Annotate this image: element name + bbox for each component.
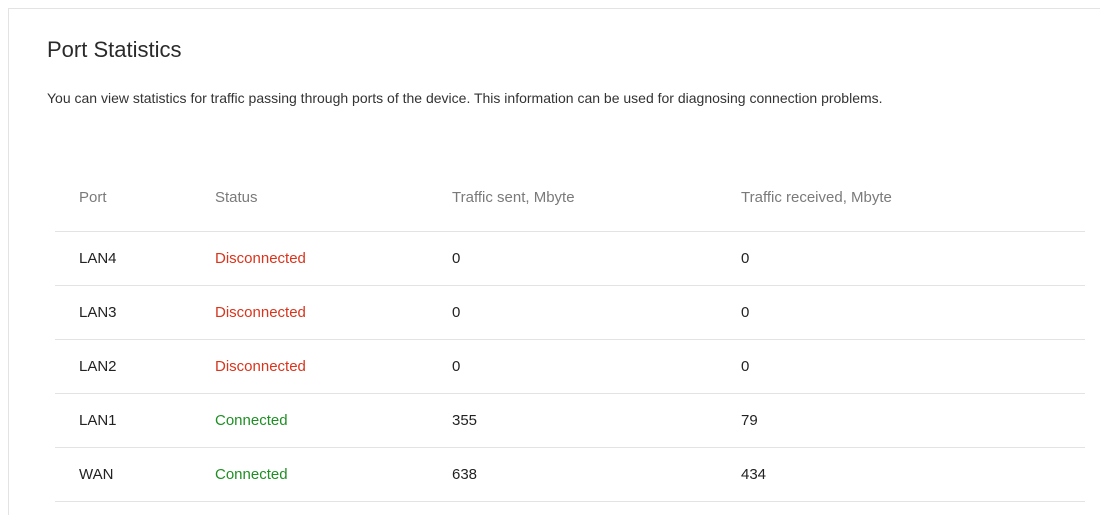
- table-row: WAN Connected 638 434: [55, 448, 1085, 502]
- port-cell: LAN2: [79, 358, 117, 375]
- header-traffic-sent: Traffic sent, Mbyte: [452, 188, 575, 206]
- table-row: LAN1 Connected 355 79: [55, 394, 1085, 448]
- page-description: You can view statistics for traffic pass…: [47, 90, 883, 106]
- status-cell: Disconnected: [215, 358, 306, 375]
- header-traffic-received: Traffic received, Mbyte: [741, 188, 892, 206]
- traffic-sent-cell: 0: [452, 304, 461, 321]
- traffic-received-cell: 0: [741, 250, 750, 267]
- port-statistics-panel: Port Statistics You can view statistics …: [8, 8, 1100, 515]
- status-cell: Connected: [215, 466, 288, 483]
- table-row: LAN2 Disconnected 0 0: [55, 340, 1085, 394]
- port-statistics-table: Port Status Traffic sent, Mbyte Traffic …: [55, 179, 1085, 502]
- header-status: Status: [215, 188, 258, 206]
- status-cell: Disconnected: [215, 250, 306, 267]
- traffic-received-cell: 434: [741, 466, 767, 483]
- traffic-sent-cell: 0: [452, 358, 461, 375]
- traffic-received-cell: 0: [741, 358, 750, 375]
- table-row: LAN3 Disconnected 0 0: [55, 286, 1085, 340]
- traffic-received-cell: 79: [741, 412, 758, 429]
- table-row: LAN4 Disconnected 0 0: [55, 232, 1085, 286]
- status-cell: Connected: [215, 412, 288, 429]
- traffic-received-cell: 0: [741, 304, 750, 321]
- port-cell: LAN4: [79, 250, 117, 267]
- traffic-sent-cell: 0: [452, 250, 461, 267]
- table-header: Port Status Traffic sent, Mbyte Traffic …: [55, 179, 1085, 232]
- port-cell: LAN1: [79, 412, 117, 429]
- traffic-sent-cell: 638: [452, 466, 478, 483]
- page-title: Port Statistics: [47, 37, 182, 62]
- port-cell: WAN: [79, 466, 114, 483]
- traffic-sent-cell: 355: [452, 412, 478, 429]
- status-cell: Disconnected: [215, 304, 306, 321]
- port-cell: LAN3: [79, 304, 117, 321]
- header-port: Port: [79, 188, 107, 206]
